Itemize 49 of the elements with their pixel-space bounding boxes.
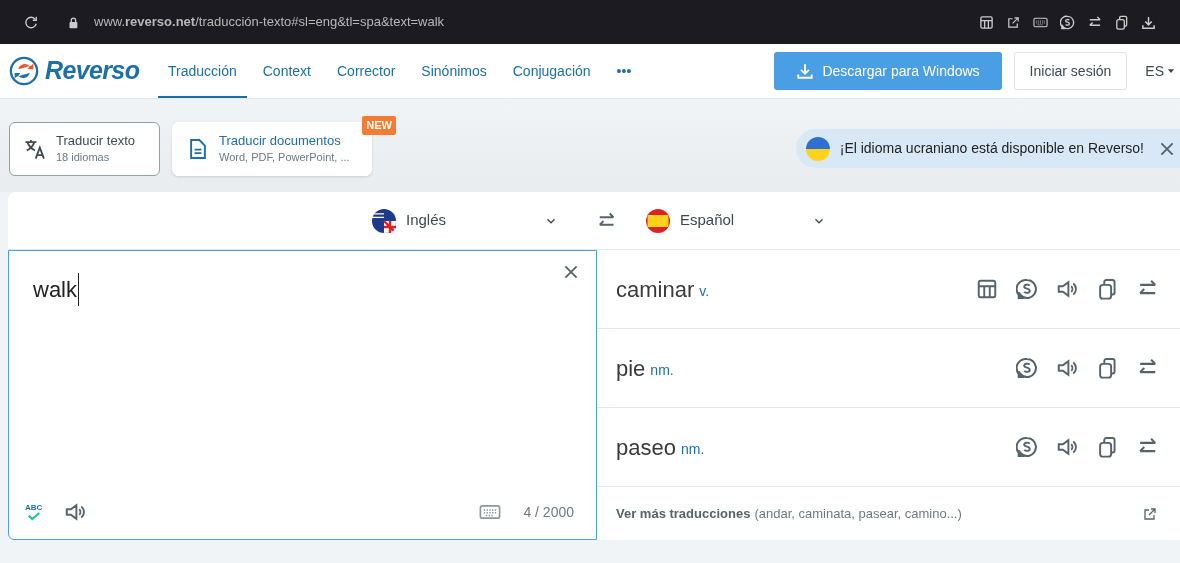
listen-button[interactable]: [64, 501, 87, 523]
logo-icon: [9, 56, 39, 86]
part-of-speech: nm.: [680, 439, 705, 459]
banner-text: ¡El idioma ucraniano está disponible en Reverso!: [839, 139, 1144, 158]
listen-button[interactable]: [1056, 357, 1078, 379]
conjugation-button[interactable]: [976, 278, 998, 300]
listen-button[interactable]: [1056, 436, 1078, 458]
part-of-speech: v.: [699, 281, 710, 301]
character-counter: 4 / 2000: [523, 502, 574, 522]
nav-link[interactable]: •••: [606, 44, 642, 98]
copy-button[interactable]: [1096, 436, 1118, 458]
translate-icon: [24, 138, 46, 160]
listen-button[interactable]: [1056, 278, 1078, 300]
synonyms-button[interactable]: [1016, 357, 1038, 379]
flag-icon: [646, 208, 670, 233]
more-translations-examples: (andar, caminata, pasear, camino...): [754, 504, 962, 523]
more-translations-link[interactable]: Ver más traducciones: [616, 503, 751, 524]
copy-button[interactable]: [1096, 357, 1118, 379]
translation-word[interactable]: paseo: [616, 430, 676, 464]
source-text-field[interactable]: walk ABC 4 / 2000: [8, 250, 597, 540]
target-language-selector[interactable]: Español: [646, 208, 826, 233]
nav-link[interactable]: Conjugación: [502, 44, 601, 98]
flag-icon: [372, 208, 396, 233]
logo-text[interactable]: Reverso: [45, 52, 140, 90]
open-external-button[interactable]: [1142, 505, 1158, 522]
new-badge: NEW: [362, 116, 396, 135]
reload-button[interactable]: [24, 15, 38, 29]
downloads-button[interactable]: [1141, 14, 1156, 30]
input-text: walk: [33, 273, 79, 306]
flag-icon: [805, 136, 830, 161]
login-button[interactable]: Iniciar sesión: [1013, 52, 1128, 90]
nav-link[interactable]: Context: [252, 44, 321, 98]
part-of-speech: nm.: [650, 360, 674, 380]
source-language-selector[interactable]: Inglés: [372, 208, 558, 233]
translation-word[interactable]: caminar: [616, 272, 695, 306]
language-selector[interactable]: ES: [1139, 60, 1178, 82]
download-icon: [796, 62, 815, 80]
nav-link[interactable]: Corrector: [327, 44, 406, 98]
translation-word[interactable]: pie: [616, 351, 646, 385]
address-bar-url[interactable]: www.reverso.net/traducción-texto#sl=eng&tl=spa&text=walk: [94, 12, 445, 32]
nav-link[interactable]: Sinónimos: [411, 44, 497, 98]
document-icon: [187, 138, 209, 160]
copy-button[interactable]: [1096, 278, 1118, 300]
synonyms-button[interactable]: [1016, 278, 1038, 300]
spellcheck-button[interactable]: ABC: [25, 503, 43, 521]
synonyms-button[interactable]: [1016, 436, 1038, 458]
mode-tab[interactable]: Traducir texto 18 idiomas: [9, 122, 160, 176]
edit-button[interactable]: [1006, 14, 1021, 30]
clear-input-button[interactable]: [562, 263, 580, 281]
